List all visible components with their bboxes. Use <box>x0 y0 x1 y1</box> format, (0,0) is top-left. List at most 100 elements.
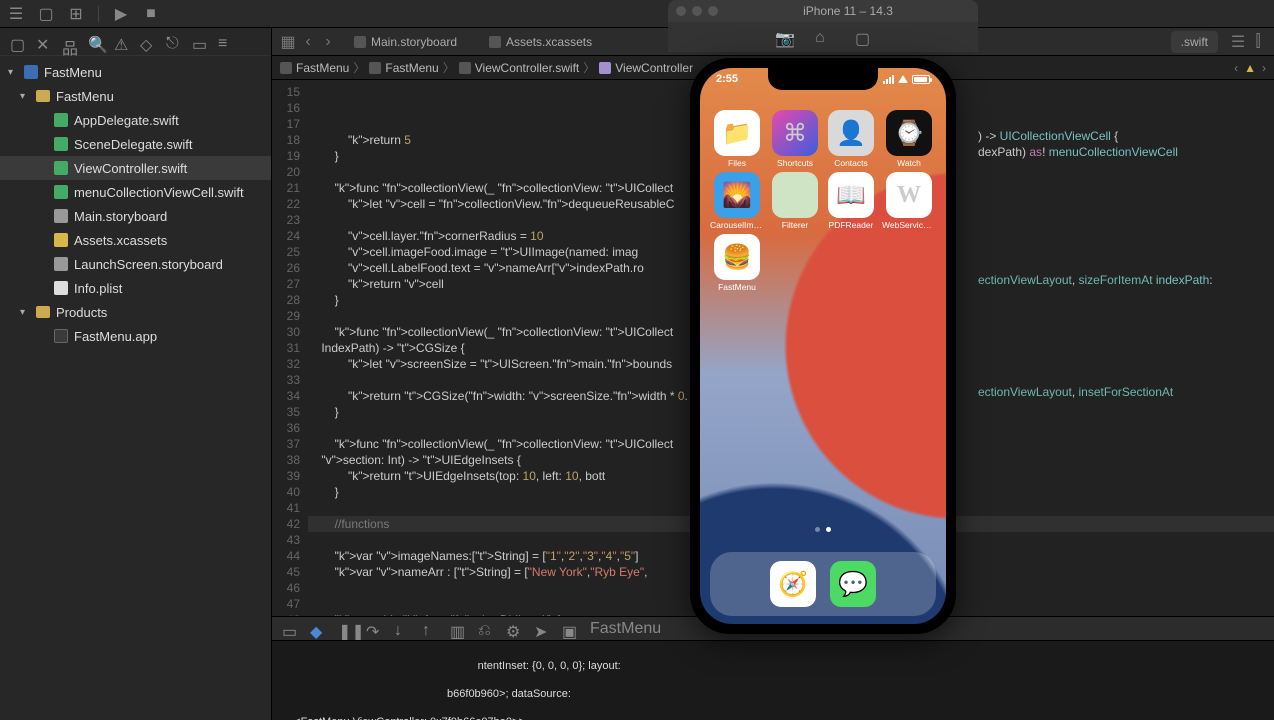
tree-item[interactable]: ▾FastMenu <box>0 84 271 108</box>
swift-icon <box>54 137 68 151</box>
tree-item[interactable]: LaunchScreen.storyboard <box>0 252 271 276</box>
crumb-folder[interactable]: FastMenu <box>385 61 438 75</box>
tree-item[interactable]: FastMenu.app <box>0 324 271 348</box>
tab-main-storyboard[interactable]: Main.storyboard <box>340 28 471 56</box>
device-screen[interactable]: 2:55 📁Files⌘Shortcuts👤Contacts⌚Watch 🌄Car… <box>700 68 946 624</box>
tree-item[interactable]: Assets.xcassets <box>0 228 271 252</box>
memory-graph-icon[interactable]: ⎌ <box>478 622 492 636</box>
find-nav-icon[interactable]: 🔍 <box>88 35 102 49</box>
square-icon[interactable]: ▢ <box>38 6 54 22</box>
home-app[interactable]: ⌘Shortcuts <box>770 110 820 168</box>
app-icon: ⌚ <box>886 110 932 156</box>
swift-icon <box>54 185 68 199</box>
pause-icon[interactable]: ❚❚ <box>338 622 352 636</box>
breakpoint-nav-icon[interactable]: ▭ <box>192 35 206 49</box>
project-navigator: ▢ ✕ 品 🔍 ⚠ ◇ ⎋ ▭ ≡ ▾FastMenu▾FastMenuAppD… <box>0 28 272 720</box>
environment-overrides-icon[interactable]: ⚙ <box>506 622 520 636</box>
report-nav-icon[interactable]: ≡ <box>218 35 232 49</box>
app-icon <box>772 172 818 218</box>
variables-view-icon[interactable]: ▭ <box>282 622 296 636</box>
play-icon[interactable]: ▶ <box>113 6 129 22</box>
tab-swift-chip[interactable]: .swift <box>1171 31 1218 53</box>
minimap-icon[interactable]: ☰ <box>1230 34 1246 50</box>
home-app[interactable]: WWebServiceIOS <box>882 172 936 230</box>
forward-icon[interactable]: › <box>320 34 336 50</box>
step-over-icon[interactable]: ↷ <box>366 622 380 636</box>
zoom-icon[interactable] <box>708 6 718 16</box>
tab-assets[interactable]: Assets.xcassets <box>475 28 606 56</box>
tree-item[interactable]: Main.storyboard <box>0 204 271 228</box>
folder-nav-icon[interactable]: ▢ <box>10 35 24 49</box>
home-app[interactable]: 🌄CarouselImage... <box>710 172 764 230</box>
workspace: ▢ ✕ 品 🔍 ⚠ ◇ ⎋ ▭ ≡ ▾FastMenu▾FastMenuAppD… <box>0 28 1274 720</box>
tree-item-label: Products <box>56 305 107 320</box>
page-indicator[interactable] <box>700 527 946 532</box>
assistant-icon[interactable]: ⫿ <box>1250 34 1266 50</box>
assets-icon <box>489 36 501 48</box>
swift-icon <box>54 113 68 127</box>
tree-item-label: Info.plist <box>74 281 122 296</box>
dock-app[interactable]: 🧭 <box>770 561 816 607</box>
crumb-file[interactable]: ViewController.swift <box>475 61 579 75</box>
breakpoint-toggle-icon[interactable]: ◆ <box>310 622 324 636</box>
location-icon[interactable]: ➤ <box>534 622 548 636</box>
app-label: CarouselImage... <box>710 220 764 230</box>
tree-item[interactable]: AppDelegate.swift <box>0 108 271 132</box>
tree-item[interactable]: menuCollectionViewCell.swift <box>0 180 271 204</box>
scm-nav-icon[interactable]: ✕ <box>36 35 50 49</box>
home-app[interactable]: 👤Contacts <box>826 110 876 168</box>
close-icon[interactable] <box>676 6 686 16</box>
tree-item-label: SceneDelegate.swift <box>74 137 193 152</box>
app-icon: 📁 <box>714 110 760 156</box>
home-app[interactable]: ⌚Watch <box>882 110 936 168</box>
home-app[interactable]: 📖PDFReader <box>826 172 876 230</box>
tree-item-label: FastMenu <box>44 65 102 80</box>
file-tree[interactable]: ▾FastMenu▾FastMenuAppDelegate.swiftScene… <box>0 56 271 720</box>
next-issue-icon[interactable]: › <box>1262 61 1266 75</box>
home-app[interactable]: Filterer <box>770 172 820 230</box>
line-gutter: 1516171819202122232425262728293031323334… <box>272 80 308 616</box>
structure-icon[interactable]: ⊞ <box>68 6 84 22</box>
folder-icon <box>369 62 381 74</box>
home-app[interactable]: 📁Files <box>710 110 764 168</box>
folder-icon <box>36 306 50 318</box>
test-nav-icon[interactable]: ◇ <box>140 35 154 49</box>
tree-item[interactable]: ▾Products <box>0 300 271 324</box>
view-debug-icon[interactable]: ▥ <box>450 622 464 636</box>
debug-nav-icon[interactable]: ⎋ <box>166 35 180 49</box>
home-icon[interactable]: ⌂ <box>815 29 831 45</box>
tree-item-label: menuCollectionViewCell.swift <box>74 185 244 200</box>
stop-icon[interactable]: ■ <box>143 6 159 22</box>
dock-app[interactable]: 💬 <box>830 561 876 607</box>
home-app[interactable]: 🍔FastMenu <box>710 234 764 292</box>
crumb-project[interactable]: FastMenu <box>296 61 349 75</box>
minimize-icon[interactable] <box>692 6 702 16</box>
step-out-icon[interactable]: ↑ <box>422 622 436 636</box>
sidebar-toggle-icon[interactable]: ☰ <box>8 6 24 22</box>
tree-item[interactable]: ▾FastMenu <box>0 60 271 84</box>
back-icon[interactable]: ‹ <box>300 34 316 50</box>
step-into-icon[interactable]: ↓ <box>394 622 408 636</box>
swift-icon <box>459 62 471 74</box>
tree-item[interactable]: ViewController.swift <box>0 156 271 180</box>
warning-icon[interactable]: ▲ <box>1244 61 1256 75</box>
battery-icon <box>912 75 930 84</box>
screenshot-icon[interactable]: 📷 <box>775 29 791 45</box>
prev-issue-icon[interactable]: ‹ <box>1234 61 1238 75</box>
simulator-titlebar[interactable]: iPhone 11 – 14.3 <box>668 0 978 22</box>
related-items-icon[interactable]: ▦ <box>280 34 296 50</box>
symbol-nav-icon[interactable]: 品 <box>62 35 76 49</box>
wifi-icon <box>898 75 908 83</box>
tree-item[interactable]: SceneDelegate.swift <box>0 132 271 156</box>
swift-icon <box>54 161 68 175</box>
issue-nav-icon[interactable]: ⚠ <box>114 35 128 49</box>
home-screen-grid: 📁Files⌘Shortcuts👤Contacts⌚Watch 🌄Carousel… <box>700 102 946 300</box>
cellular-icon <box>883 75 894 84</box>
tree-item[interactable]: Info.plist <box>0 276 271 300</box>
app-label: Contacts <box>834 158 868 168</box>
simulator-window[interactable]: iPhone 11 – 14.3 📷 ⌂ ▢ 2:55 📁Files⌘Short… <box>668 0 978 660</box>
clock: 2:55 <box>716 73 738 85</box>
debug-target-label[interactable]: FastMenu <box>590 620 661 638</box>
app-label: WebServiceIOS <box>882 220 936 230</box>
rotate-icon[interactable]: ▢ <box>855 29 871 45</box>
